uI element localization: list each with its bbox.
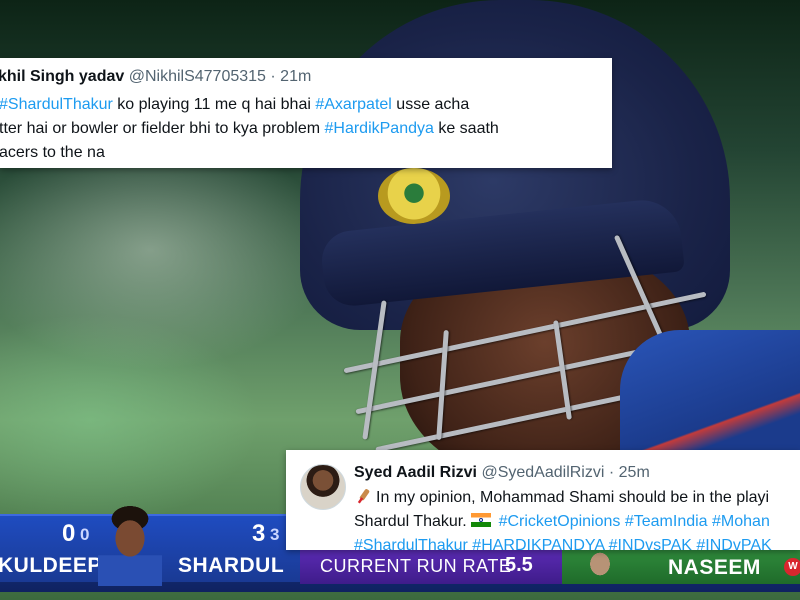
- hashtag-link[interactable]: #Axarpatel: [315, 96, 392, 113]
- hashtag-link[interactable]: #INDvPAK: [696, 537, 771, 550]
- hashtag-link[interactable]: #ShardulThakur: [0, 96, 113, 113]
- tweet-text-segment: In my opinion, Mohammad Shami should be …: [376, 489, 770, 506]
- bcci-emblem-icon: [378, 168, 450, 224]
- tweet-line-1: In my opinion, Mohammad Shami should be …: [354, 486, 772, 510]
- hashtag-link[interactable]: #HardikPandya: [324, 120, 433, 137]
- author-handle[interactable]: @SyedAadilRizvi: [481, 464, 604, 481]
- tweet-line-2: Shardul Thakur. #CricketOpinions #TeamIn…: [354, 510, 772, 534]
- hashtag-link[interactable]: #HARDIKPANDYA: [472, 537, 604, 550]
- separator-dot: ·: [608, 464, 615, 481]
- tweet-card-2[interactable]: Syed Aadil Rizvi @SyedAadilRizvi · 25m I…: [286, 450, 800, 550]
- tweet-header: khil Singh yadav @NikhilS47705315 · 21m: [0, 68, 311, 86]
- batter2-balls: 3: [270, 525, 280, 544]
- tweet-time[interactable]: 25m: [619, 464, 650, 481]
- tweet-text-segment: acers to the na: [0, 144, 105, 161]
- bowler-panel: NASEEM W: [562, 544, 800, 584]
- author-name[interactable]: khil Singh yadav: [0, 68, 124, 85]
- hashtag-link[interactable]: #Mohan: [712, 513, 770, 530]
- run-rate-value: 5.5: [505, 554, 533, 576]
- hashtag-link[interactable]: #INDvsPAK: [609, 537, 692, 550]
- run-rate-label: CURRENT RUN RATE: [320, 556, 512, 576]
- cricket-bat-icon: [357, 489, 370, 504]
- batter2-runs: 3: [252, 520, 266, 547]
- hashtag-link[interactable]: #TeamIndia: [625, 513, 708, 530]
- tweet-text: In my opinion, Mohammad Shami should be …: [354, 486, 772, 550]
- run-rate-panel: CURRENT RUN RATE 5.5: [300, 548, 562, 584]
- tweet-line-3: #ShardulThakur #HARDIKPANDYA #INDvsPAK #…: [354, 534, 772, 550]
- bowler-name: NASEEM: [668, 556, 761, 579]
- separator-dot: ·: [270, 68, 276, 85]
- author-handle[interactable]: @NikhilS47705315: [129, 68, 266, 85]
- hashtag-link[interactable]: #CricketOpinions: [499, 513, 621, 530]
- hashtag-link[interactable]: #ShardulThakur: [354, 537, 468, 550]
- avatar[interactable]: [300, 464, 346, 510]
- india-flag-icon: [471, 513, 492, 527]
- tweet-text-segment: ke saath: [433, 120, 499, 137]
- tweet-line-3: acers to the na: [0, 141, 499, 165]
- bowler-photo: [580, 544, 620, 584]
- wicket-badge-icon: W: [784, 558, 800, 576]
- jersey-shoulder: [620, 330, 800, 470]
- batter2-name: SHARDUL: [178, 554, 285, 577]
- batter1-balls: 0: [80, 525, 90, 544]
- tweet-line-1: #ShardulThakur ko playing 11 me q hai bh…: [0, 93, 499, 117]
- batter-photo: [98, 504, 162, 586]
- tweet-header: Syed Aadil Rizvi @SyedAadilRizvi · 25m: [354, 464, 650, 482]
- batter1-runs: 0: [62, 520, 76, 547]
- tweet-card-1[interactable]: khil Singh yadav @NikhilS47705315 · 21m …: [0, 58, 612, 168]
- tweet-text-segment: tter hai or bowler or fielder bhi to kya…: [0, 120, 325, 137]
- tweet-text: #ShardulThakur ko playing 11 me q hai bh…: [0, 93, 499, 165]
- tweet-text-segment: Shardul Thakur.: [354, 513, 472, 530]
- tweet-line-2: tter hai or bowler or fielder bhi to kya…: [0, 117, 499, 141]
- author-name[interactable]: Syed Aadil Rizvi: [354, 464, 477, 481]
- batter1-name: KULDEEP: [0, 554, 102, 577]
- tweet-text-segment: usse acha: [391, 96, 470, 113]
- batters-panel: 0 0 KULDEEP 3 3 SHARDUL: [0, 504, 300, 586]
- tweet-text-segment: ko playing 11 me q hai bhai: [112, 96, 316, 113]
- tweet-time[interactable]: 21m: [280, 68, 311, 85]
